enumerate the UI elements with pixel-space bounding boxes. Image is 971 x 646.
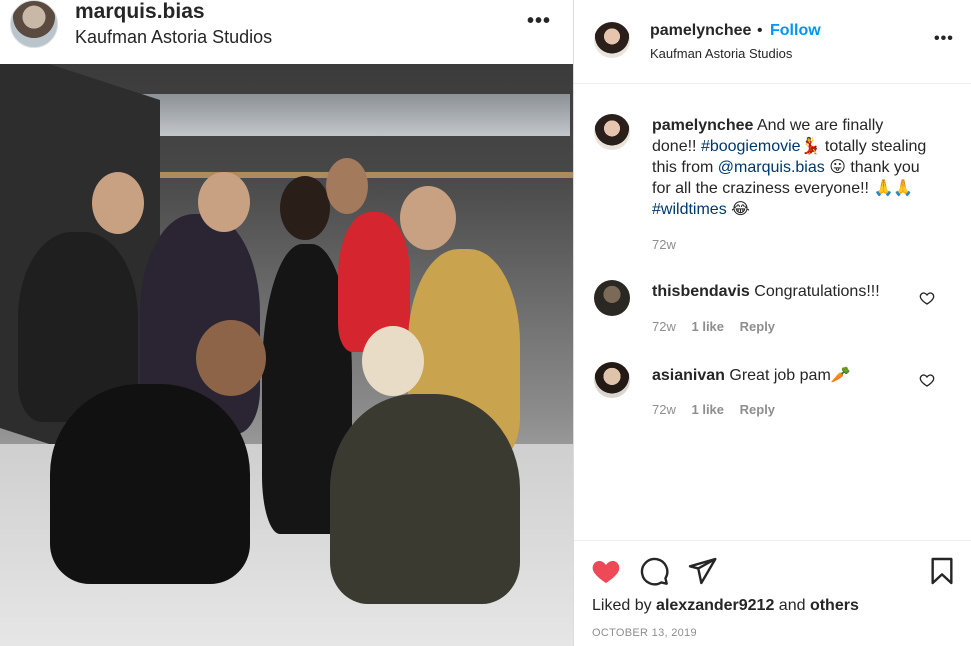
- share-icon[interactable]: [686, 555, 718, 587]
- commenter-avatar[interactable]: [594, 280, 630, 316]
- comment-likes[interactable]: 1 like: [691, 319, 724, 334]
- photo-person-head: [400, 186, 456, 250]
- comment-username[interactable]: asianivan: [652, 367, 725, 384]
- left-post-header: marquis.bias Kaufman Astoria Studios •••: [0, 0, 573, 64]
- pray-emoji: 🙏🙏: [873, 180, 914, 197]
- post-caption: pamelynchee And we are finally done!! #b…: [652, 115, 932, 220]
- more-options-icon[interactable]: •••: [934, 30, 954, 48]
- author-avatar[interactable]: [594, 22, 630, 58]
- comment-text: Congratulations!!!: [749, 283, 880, 300]
- comment: asianivan Great job pam🥕: [652, 365, 851, 385]
- comment-likes[interactable]: 1 like: [691, 402, 724, 417]
- reply-button[interactable]: Reply: [740, 319, 775, 334]
- comment-time[interactable]: 72w: [652, 319, 676, 334]
- comment-like-heart-icon[interactable]: [919, 290, 935, 306]
- reply-button[interactable]: Reply: [740, 402, 775, 417]
- caption-time[interactable]: 72w: [652, 237, 676, 252]
- dancer-emoji: 💃: [800, 138, 821, 155]
- hashtag-link[interactable]: #boogiemovie: [701, 138, 801, 155]
- left-location[interactable]: Kaufman Astoria Studios: [75, 27, 272, 48]
- post-details-panel: pamelynchee • Follow Kaufman Astoria Stu…: [574, 0, 971, 646]
- likes-others-link[interactable]: others: [810, 597, 859, 614]
- photo-person-head: [198, 172, 250, 232]
- photo-person-head: [196, 320, 266, 396]
- photo-person-head: [92, 172, 144, 234]
- photo-person-head: [326, 158, 368, 214]
- bookmark-icon[interactable]: [926, 555, 958, 587]
- photo-person: [50, 384, 250, 584]
- action-bar: Liked by alexzander9212 and others OCTOB…: [574, 540, 971, 646]
- photo-ceiling: [140, 94, 570, 136]
- heart-filled-icon[interactable]: [590, 555, 622, 587]
- likes-summary: Liked by alexzander9212 and others: [592, 597, 859, 615]
- carrot-emoji: 🥕: [830, 367, 851, 384]
- comment-meta: 72w 1 like Reply: [652, 319, 775, 334]
- caption-username[interactable]: pamelynchee: [652, 117, 753, 134]
- left-post: marquis.bias Kaufman Astoria Studios •••: [0, 0, 573, 646]
- follow-button[interactable]: Follow: [770, 22, 821, 40]
- caption-author-avatar[interactable]: [594, 114, 630, 150]
- photo-person-head: [280, 176, 330, 240]
- likes-middle: and: [774, 597, 810, 614]
- author-username[interactable]: pamelynchee: [650, 22, 751, 40]
- comment-icon[interactable]: [638, 555, 670, 587]
- comment-time[interactable]: 72w: [652, 402, 676, 417]
- commenter-avatar[interactable]: [594, 362, 630, 398]
- photo-person-head: [362, 326, 424, 396]
- laugh-emoji: 😂: [726, 201, 750, 218]
- left-more-options-icon[interactable]: •••: [527, 10, 551, 33]
- post-date[interactable]: OCTOBER 13, 2019: [592, 627, 697, 639]
- liker-username[interactable]: alexzander9212: [656, 597, 774, 614]
- post-header: pamelynchee • Follow Kaufman Astoria Stu…: [574, 0, 971, 84]
- likes-prefix: Liked by: [592, 597, 657, 614]
- left-username[interactable]: marquis.bias: [75, 0, 205, 24]
- comment-meta: 72w 1 like Reply: [652, 402, 775, 417]
- photo-person: [330, 394, 520, 604]
- hashtag-link[interactable]: #wildtimes: [652, 201, 727, 218]
- left-user-avatar[interactable]: [10, 0, 58, 48]
- header-separator: •: [757, 22, 763, 39]
- mention-link[interactable]: @marquis.bias: [718, 159, 825, 176]
- tongue-emoji: 😛: [824, 159, 846, 176]
- post-photo[interactable]: [0, 64, 573, 646]
- post-location[interactable]: Kaufman Astoria Studios: [650, 46, 792, 61]
- comment-username[interactable]: thisbendavis: [652, 283, 750, 300]
- comment-text: Great job pam: [724, 367, 831, 384]
- comment-like-heart-icon[interactable]: [919, 372, 935, 388]
- comment: thisbendavis Congratulations!!!: [652, 283, 880, 301]
